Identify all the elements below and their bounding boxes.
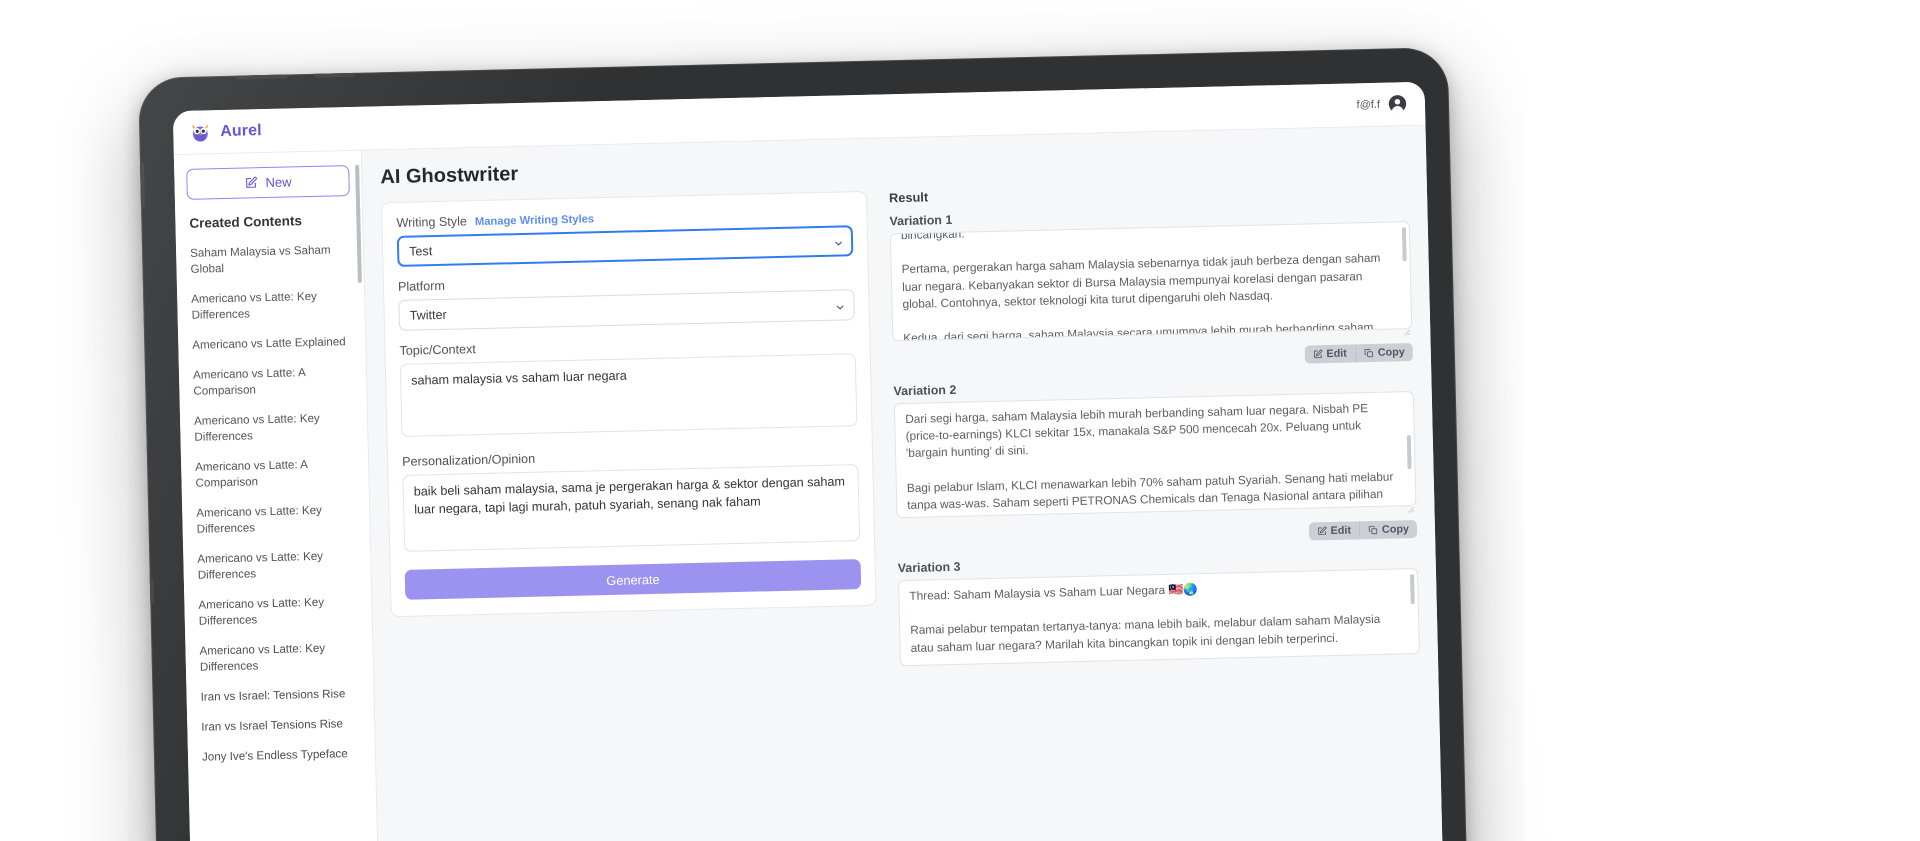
generate-button[interactable]: Generate [404, 559, 862, 600]
result-heading: Result [888, 189, 929, 206]
main-content: AI Ghostwriter Writing Style Manage Writ… [361, 125, 1444, 841]
variation-2-textarea-wrap: Dari segi harga, saham Malaysia lebih mu… [893, 391, 1417, 523]
device-volume-button[interactable] [138, 161, 146, 209]
list-item[interactable]: Americano vs Latte: Key Differences [195, 541, 359, 591]
edit-button[interactable]: Edit [1304, 344, 1356, 364]
list-item[interactable]: Iran vs Israel: Tensions Rise [198, 679, 362, 713]
copy-button-label: Copy [1381, 523, 1410, 536]
variation-2-scrollbar[interactable] [1406, 435, 1412, 470]
copy-button[interactable]: Copy [1358, 519, 1418, 540]
variation-3-textarea[interactable]: Thread: Saham Malaysia vs Saham Luar Neg… [898, 567, 1420, 667]
variation-block: Variation 1 bincangkan. Pertama, pergera… [889, 202, 1413, 346]
edit-button[interactable]: Edit [1308, 521, 1360, 541]
sidebar: New Created Contents Saham Malaysia vs S… [173, 150, 380, 841]
user-email: f@f.f [1356, 98, 1381, 111]
edit-button-label: Edit [1330, 524, 1352, 538]
copy-button[interactable]: Copy [1354, 343, 1414, 363]
writing-style-select[interactable]: Test [396, 225, 854, 267]
list-item[interactable]: Americano vs Latte: Key Differences [194, 495, 358, 545]
created-contents-list: Saham Malaysia vs Saham Global Americano… [188, 235, 364, 772]
copy-icon [1368, 525, 1378, 535]
variation-1-scrollbar[interactable] [1401, 227, 1407, 262]
edit-pencil-icon [1312, 349, 1322, 359]
topic-context-label: Topic/Context [399, 342, 476, 358]
variation-2-textarea[interactable]: Dari segi harga, saham Malaysia lebih mu… [893, 391, 1417, 519]
brand-name: Aurel [220, 121, 262, 140]
variation-2-actions: Edit Copy [897, 519, 1418, 550]
writing-style-select-wrap: Test [396, 225, 854, 267]
edit-button-label: Edit [1326, 347, 1347, 361]
content-columns: Writing Style Manage Writing Styles Test [380, 178, 1426, 841]
writing-style-label: Writing Style [396, 214, 468, 230]
list-item[interactable]: Jony Ive's Endless Typeface [200, 739, 364, 773]
created-contents-heading: Created Contents [189, 213, 303, 231]
copy-button-label: Copy [1377, 346, 1405, 359]
platform-select[interactable]: Twitter [398, 289, 855, 331]
list-item[interactable]: Americano vs Latte: A Comparison [191, 357, 355, 407]
brand-logo-group[interactable]: Aurel [189, 120, 262, 144]
sidebar-scrollbar[interactable] [355, 164, 362, 283]
list-item[interactable]: Saham Malaysia vs Saham Global [188, 235, 352, 285]
variation-1-textarea[interactable]: bincangkan. Pertama, pergerakan harga sa… [889, 221, 1413, 342]
list-item[interactable]: Americano vs Latte: Key Differences [189, 281, 353, 331]
variation-3-textarea-wrap: Thread: Saham Malaysia vs Saham Luar Neg… [898, 567, 1420, 671]
new-content-button[interactable]: New [186, 165, 350, 200]
topic-context-input[interactable]: saham malaysia vs saham luar negara [399, 353, 858, 437]
compose-pencil-icon [244, 176, 257, 189]
edit-pencil-icon [1316, 526, 1327, 536]
platform-label: Platform [397, 278, 446, 294]
variation-block: Variation 3 Thread: Saham Malaysia vs Sa… [898, 549, 1420, 671]
ghostwriter-form: Writing Style Manage Writing Styles Test [380, 190, 877, 618]
new-content-button-label: New [265, 174, 292, 191]
copy-icon [1364, 348, 1374, 358]
platform-select-wrap: Twitter [398, 289, 855, 331]
screenshot-stage: Aurel f@f.f New Created Contents Saham M… [0, 0, 1920, 841]
variation-block: Variation 2 Dari segi harga, saham Malay… [893, 372, 1417, 523]
list-item[interactable]: Americano vs Latte: A Comparison [193, 449, 357, 499]
owl-icon [189, 121, 212, 144]
tablet-screen: Aurel f@f.f New Created Contents Saham M… [172, 81, 1444, 841]
list-item[interactable]: Iran vs Israel Tensions Rise [199, 709, 363, 743]
manage-writing-styles-link[interactable]: Manage Writing Styles [475, 213, 594, 228]
device-power-button[interactable] [143, 577, 155, 604]
result-panel: Result Variation 1 bincangkan. Pertama, … [889, 178, 1426, 841]
personalization-opinion-input[interactable]: baik beli saham malaysia, sama je perger… [402, 464, 861, 552]
variation-3-scrollbar[interactable] [1410, 574, 1415, 605]
resize-handle-icon[interactable] [1401, 323, 1410, 336]
tablet-device-frame: Aurel f@f.f New Created Contents Saham M… [138, 47, 1469, 841]
personalization-opinion-label: Personalization/Opinion [401, 451, 536, 469]
variation-1-textarea-wrap: bincangkan. Pertama, pergerakan harga sa… [889, 221, 1413, 346]
list-item[interactable]: Americano vs Latte Explained [190, 327, 354, 361]
list-item[interactable]: Americano vs Latte: Key Differences [197, 633, 361, 683]
list-item[interactable]: Americano vs Latte: Key Differences [196, 587, 360, 637]
app-body: New Created Contents Saham Malaysia vs S… [173, 125, 1444, 841]
device-button-top-right[interactable] [313, 66, 357, 78]
user-avatar-icon[interactable] [1388, 94, 1407, 113]
variation-1-actions: Edit Copy [893, 343, 1414, 373]
resize-handle-icon[interactable] [1405, 500, 1415, 513]
user-menu[interactable]: f@f.f [1356, 94, 1407, 114]
list-item[interactable]: Americano vs Latte: Key Differences [192, 403, 356, 453]
device-button-top-left[interactable] [235, 68, 289, 80]
